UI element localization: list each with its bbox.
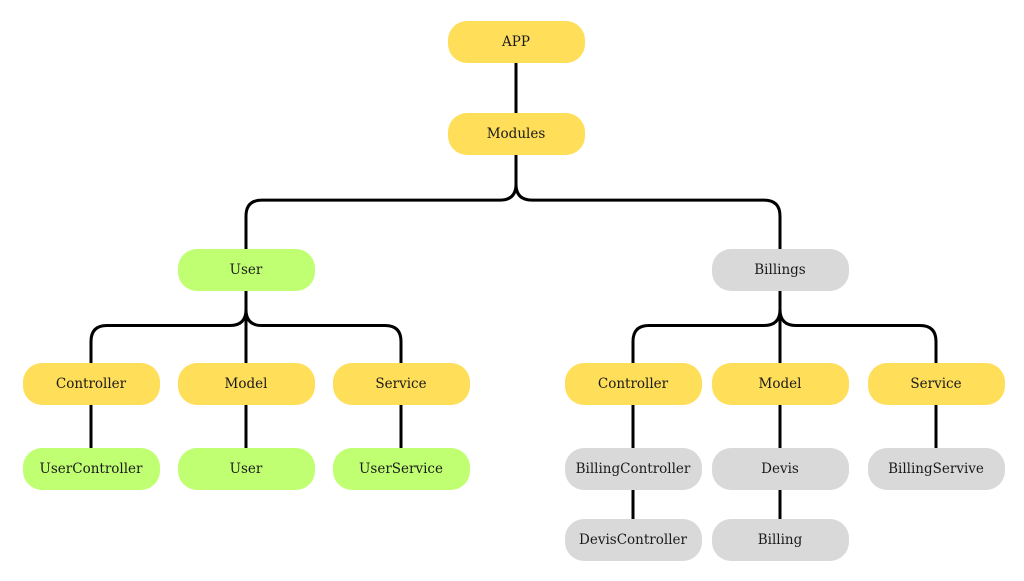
node-label: Service [375,376,427,392]
node-deviscontroller: DevisController [564,519,702,561]
connector-modules-billings [514,155,782,249]
node-label: User [229,461,263,477]
node-user-controller: Controller [22,363,160,405]
architecture-tree-diagram: APP Modules User Billings Controller Model Ser… [0,0,1024,581]
node-billing: Billing [711,519,849,561]
node-label: Model [758,376,802,392]
node-userservice: UserService [332,448,470,490]
node-billings: Billings [711,249,849,291]
node-app: APP [447,21,585,63]
node-billing-model: Model [711,363,849,405]
node-billing-controller: Controller [564,363,702,405]
connector-user-user-service [244,291,403,363]
node-label: Model [224,376,268,392]
node-label: UserController [39,461,143,477]
node-label: Service [910,376,962,392]
node-label: Billing [757,532,803,548]
node-label: Controller [55,376,127,392]
node-user-model: Model [177,363,315,405]
node-user: User [177,249,315,291]
node-label: User [229,262,263,278]
node-label: Modules [486,126,546,142]
node-usercontroller: UserController [22,448,160,490]
connector-billings-billing-service [778,291,938,363]
connector-billings-billing-controller [631,291,782,363]
node-label: BillingController [575,461,691,477]
node-label: DevisController [579,532,687,548]
connector-modules-user [244,155,518,249]
node-label: Devis [761,461,799,477]
node-billingservive: BillingServive [867,448,1005,490]
node-label: BillingServive [888,461,984,477]
node-devis: Devis [711,448,849,490]
node-modules: Modules [447,113,585,155]
node-user-service: Service [332,363,470,405]
connector-user-user-controller [89,291,248,363]
node-label: Controller [597,376,669,392]
node-label: Billings [754,262,806,278]
node-billingcontroller: BillingController [564,448,702,490]
node-label: APP [502,34,530,50]
node-label: UserService [359,461,443,477]
connector-lines [89,63,938,519]
node-billing-service: Service [867,363,1005,405]
node-user-entity: User [177,448,315,490]
